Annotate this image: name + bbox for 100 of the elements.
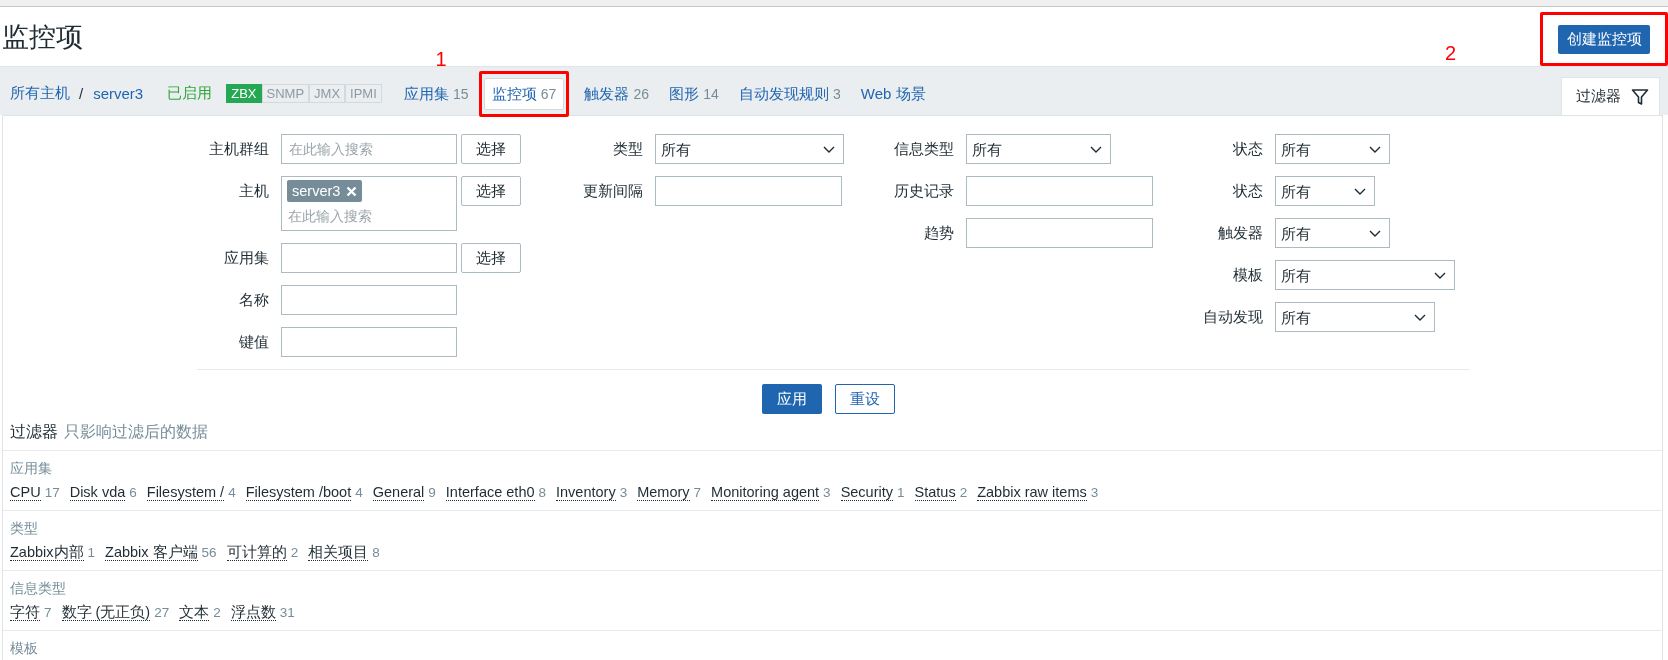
text-field[interactable]	[281, 243, 457, 273]
reset-button[interactable]: 重设	[835, 384, 895, 414]
select-field[interactable]: 所有	[966, 134, 1111, 164]
group-title: 信息类型	[10, 580, 67, 598]
field-label: 键值	[238, 333, 269, 352]
select-field[interactable]: 所有	[1275, 218, 1390, 248]
tag-label: server3	[292, 182, 341, 201]
subfilter-link[interactable]: 浮点数	[230, 604, 276, 621]
subfilter-link[interactable]: Zabbix raw items	[977, 484, 1087, 501]
field-label: 主机群组	[208, 140, 269, 159]
nav-tab[interactable]: 自动发现规则 3	[728, 77, 851, 110]
chevron-down-icon	[1434, 272, 1446, 280]
item-count: 7	[693, 485, 702, 500]
subfilter-link[interactable]: Interface eth0	[445, 484, 535, 501]
subfilter-note: 只影响过滤后的数据	[64, 422, 208, 442]
item-count: 8	[372, 545, 380, 560]
interface-badge: IPMI	[345, 84, 382, 103]
select-field[interactable]: 所有	[1275, 260, 1455, 290]
annotation-number: 1	[435, 47, 447, 70]
select-button[interactable]: 选择	[461, 176, 521, 206]
subfilter-link[interactable]: CPU	[10, 484, 41, 501]
item-count: 9	[428, 485, 436, 500]
interface-badge: SNMP	[261, 84, 310, 103]
nav-tab[interactable]: 监控项 67	[483, 77, 565, 110]
subfilter-link[interactable]: Memory	[637, 484, 690, 501]
text-field[interactable]	[655, 176, 842, 206]
field-label: 信息类型	[893, 140, 954, 159]
subfilter-link[interactable]: 可计算的	[226, 544, 287, 561]
text-field[interactable]	[966, 218, 1153, 248]
breadcrumb-link[interactable]: 所有主机	[10, 84, 70, 103]
page-title: 监控项	[2, 21, 83, 54]
select-field[interactable]: 所有	[1275, 134, 1390, 164]
status-label: 已启用	[167, 84, 213, 103]
chevron-down-icon	[1090, 146, 1102, 154]
nav-tab[interactable]: 触发器 26	[574, 77, 660, 110]
item-count: 8	[538, 485, 547, 500]
item-count: 31	[279, 605, 295, 620]
item-count: 1	[87, 545, 96, 560]
subfilter-link[interactable]: Status	[914, 484, 956, 501]
subfilter-link[interactable]: Security	[840, 484, 893, 501]
group-title: 类型	[10, 520, 39, 538]
item-count: 4	[228, 485, 236, 500]
close-icon[interactable]	[346, 185, 358, 197]
text-field[interactable]	[281, 327, 457, 357]
field-label: 趋势	[923, 224, 954, 243]
subfilter-link[interactable]: Disk vda	[69, 484, 126, 501]
item-count: 1	[897, 485, 905, 500]
item-count: 2	[213, 605, 221, 620]
multiselect-field[interactable]: 在此输入搜索	[281, 134, 457, 164]
item-count: 3	[1090, 485, 1099, 500]
chevron-down-icon	[1369, 230, 1381, 238]
subfilter-link[interactable]: General	[372, 484, 425, 501]
field-label: 状态	[1232, 140, 1263, 159]
nav-tab[interactable]: 图形 14	[659, 77, 729, 110]
select-field[interactable]: 所有	[1275, 302, 1435, 332]
subfilter-link[interactable]: 字符	[10, 604, 40, 621]
interface-badge: ZBX	[226, 84, 262, 103]
interface-badge: JMX	[309, 84, 346, 103]
subfilter-link[interactable]: Monitoring agent	[711, 484, 820, 501]
select-button[interactable]: 选择	[461, 243, 521, 273]
subfilter-link[interactable]: Zabbix内部	[10, 544, 84, 561]
field-label: 应用集	[223, 249, 269, 268]
item-count: 17	[44, 485, 60, 500]
nav-tab[interactable]: 应用集 15	[393, 77, 479, 110]
item-count: 3	[619, 485, 628, 500]
item-count: 2	[959, 485, 968, 500]
group-title: 模板	[10, 640, 39, 658]
text-field[interactable]	[281, 285, 457, 315]
select-button[interactable]: 选择	[461, 134, 521, 164]
field-label: 历史记录	[893, 182, 954, 201]
annotation-number: 2	[1445, 42, 1457, 64]
breadcrumb-link[interactable]: server3	[93, 85, 144, 102]
field-label: 模板	[1232, 266, 1263, 285]
subfilter-link[interactable]: 相关项目	[308, 544, 369, 561]
text-field[interactable]	[966, 176, 1153, 206]
chevron-down-icon	[1414, 314, 1426, 322]
subfilter-link[interactable]: 数字 (无正负)	[61, 604, 151, 621]
item-count: 27	[154, 605, 170, 620]
subfilter-link[interactable]: Filesystem /boot	[245, 484, 352, 501]
subfilter-link[interactable]: Inventory	[556, 484, 616, 501]
create-item-button[interactable]: 创建监控项	[1558, 24, 1650, 54]
filter-tab-label: 过滤器	[1576, 87, 1621, 106]
item-count: 6	[129, 485, 137, 500]
nav-tab[interactable]: Web 场景	[850, 77, 936, 110]
subfilter-link[interactable]: Zabbix 客户端	[105, 544, 198, 561]
field-label: 类型	[612, 140, 643, 159]
group-title: 应用集	[10, 460, 53, 478]
field-label: 自动发现	[1202, 308, 1263, 327]
select-field[interactable]: 所有	[655, 134, 844, 164]
select-field[interactable]: 所有	[1275, 176, 1375, 206]
filter-icon	[1631, 87, 1649, 106]
breadcrumb-separator: /	[79, 85, 84, 102]
field-label: 状态	[1232, 182, 1263, 201]
field-label: 更新间隔	[582, 182, 643, 201]
subfilter-link[interactable]: 文本	[179, 604, 210, 621]
item-count: 56	[201, 545, 217, 560]
subfilter-link[interactable]: Filesystem /	[146, 484, 225, 501]
apply-button[interactable]: 应用	[762, 384, 822, 414]
field-label: 名称	[238, 291, 269, 310]
filter-tab[interactable]: 过滤器	[1561, 77, 1660, 115]
